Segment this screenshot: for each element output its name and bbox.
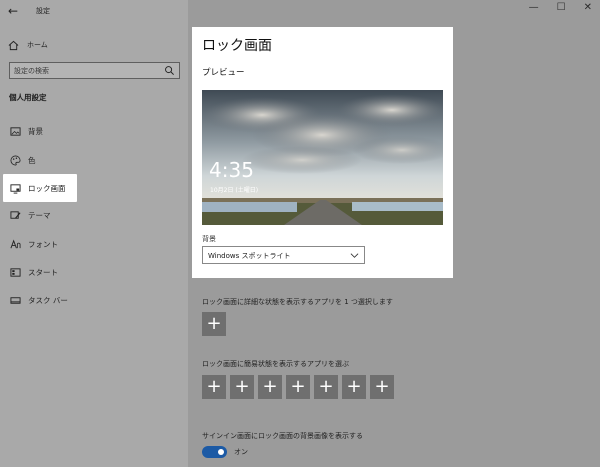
preview-label: プレビュー [202, 68, 245, 78]
lock-screen-preview: 4:35 10月2日 (土曜日) [202, 90, 443, 225]
sidebar-item-label: タスク バー [28, 295, 68, 305]
signin-background-label: サインイン画面にロック画面の背景画像を表示する [202, 432, 363, 440]
sidebar-item-label: フォント [28, 239, 58, 249]
toggle-state-label: オン [234, 448, 248, 456]
monitor-lock-icon [10, 183, 21, 194]
sidebar-item-label: テーマ [28, 210, 51, 220]
background-label: 背景 [202, 235, 216, 243]
sidebar-item-background[interactable]: 背景 [0, 117, 188, 145]
minimize-button[interactable]: — [529, 2, 539, 13]
brush-icon [10, 210, 21, 219]
section-title: 個人用設定 [9, 93, 47, 102]
sidebar-item-taskbar[interactable]: タスク バー [0, 286, 188, 314]
toggle-knob [218, 449, 224, 455]
sidebar-item-lock-screen[interactable]: ロック画面 [3, 174, 77, 202]
sidebar-item-color[interactable]: 色 [0, 146, 188, 174]
add-quick-status-app-button[interactable]: + [230, 375, 254, 399]
page-title: ロック画面 [202, 38, 272, 54]
start-icon [10, 267, 21, 277]
home-icon [8, 40, 19, 50]
palette-icon [10, 155, 21, 165]
font-icon [10, 239, 21, 248]
background-dropdown[interactable]: Windows スポットライト [202, 246, 365, 264]
sidebar-item-start[interactable]: スタート [0, 258, 188, 286]
picture-icon [10, 126, 21, 136]
taskbar-icon [10, 296, 21, 304]
chevron-down-icon [350, 253, 359, 258]
signin-background-toggle[interactable] [202, 446, 227, 458]
sidebar-item-label: スタート [28, 267, 58, 277]
add-quick-status-app-button[interactable]: + [370, 375, 394, 399]
quick-status-label: ロック画面に簡易状態を表示するアプリを選ぶ [202, 360, 349, 368]
maximize-button[interactable]: ☐ [557, 2, 566, 13]
search-placeholder: 設定の検索 [14, 67, 49, 75]
home-link[interactable]: ホーム [8, 38, 48, 52]
sidebar-item-label: 背景 [28, 126, 43, 136]
main-content: — ☐ ✕ ロック画面 プレビュー 4:35 10月2日 (土曜日) 背景 Wi… [188, 0, 600, 467]
add-quick-status-app-button[interactable]: + [342, 375, 366, 399]
close-button[interactable]: ✕ [584, 2, 592, 13]
add-quick-status-app-button[interactable]: + [258, 375, 282, 399]
preview-time: 4:35 [209, 158, 254, 182]
sidebar-item-label: ロック画面 [28, 183, 66, 193]
detailed-status-label: ロック画面に詳細な状態を表示するアプリを 1 つ選択します [202, 298, 393, 306]
search-icon[interactable] [164, 65, 175, 76]
add-quick-status-app-button[interactable]: + [314, 375, 338, 399]
settings-sidebar: ← 設定 ホーム 設定の検索 個人用設定 背景 色 ロック画面 テーマ フォント… [0, 0, 188, 467]
sidebar-item-fonts[interactable]: フォント [0, 230, 188, 258]
add-quick-status-app-button[interactable]: + [202, 375, 226, 399]
back-button[interactable]: ← [8, 4, 24, 20]
background-dropdown-value: Windows スポットライト [208, 252, 291, 260]
home-label: ホーム [27, 41, 48, 49]
sidebar-item-label: 色 [28, 155, 36, 165]
add-detailed-status-app-button[interactable]: + [202, 312, 226, 336]
app-title: 設定 [36, 7, 50, 15]
add-quick-status-app-button[interactable]: + [286, 375, 310, 399]
preview-date: 10月2日 (土曜日) [210, 187, 259, 194]
window-controls: — ☐ ✕ [529, 2, 592, 13]
sidebar-item-theme[interactable]: テーマ [0, 201, 188, 229]
titlebar-left: ← 設定 [0, 0, 188, 24]
search-input[interactable]: 設定の検索 [9, 62, 180, 79]
lock-screen-spotlight-panel: ロック画面 プレビュー 4:35 10月2日 (土曜日) 背景 Windows … [192, 27, 453, 278]
